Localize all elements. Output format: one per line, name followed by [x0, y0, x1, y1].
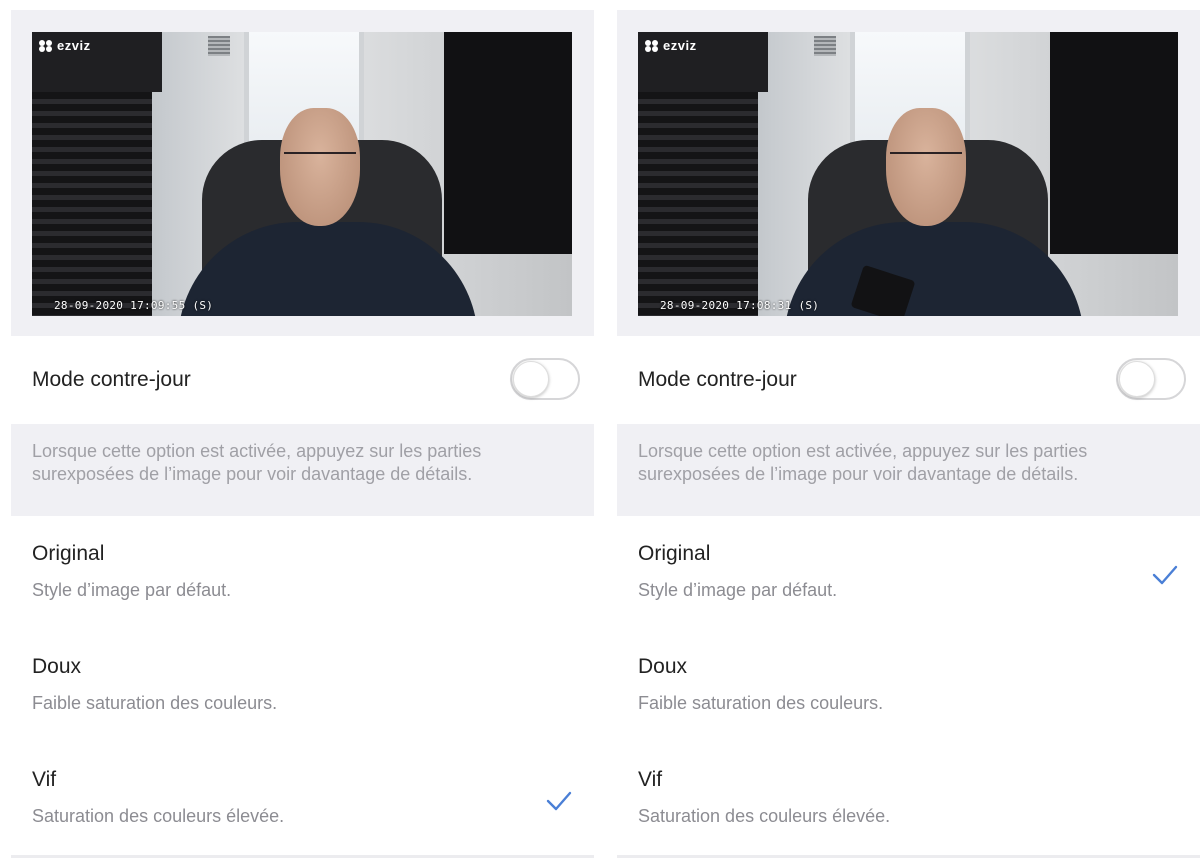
settings-panel-right: ezviz 28-09-2020 17:08:31 (S) Mode contr… — [617, 0, 1200, 858]
backlight-hint-text: Lorsque cette option est activée, appuye… — [11, 424, 594, 516]
camera-preview-area: ezviz 28-09-2020 17:08:31 (S) — [617, 10, 1200, 336]
image-style-option-original[interactable]: Original Style d’image par défaut. — [11, 518, 594, 630]
option-description: Style d’image par défaut. — [638, 580, 838, 600]
option-description: Faible saturation des couleurs. — [638, 693, 884, 713]
option-description: Saturation des couleurs élevée. — [638, 806, 891, 826]
backlight-mode-label: Mode contre-jour — [32, 368, 191, 391]
option-description: Saturation des couleurs élevée. — [32, 806, 285, 826]
backlight-mode-toggle[interactable] — [510, 358, 580, 400]
option-title: Doux — [638, 655, 688, 678]
camera-live-view[interactable]: ezviz 28-09-2020 17:08:31 (S) — [638, 32, 1178, 316]
option-title: Original — [638, 542, 711, 565]
image-style-option-doux[interactable]: Doux Faible saturation des couleurs. — [617, 631, 1200, 743]
backlight-mode-label: Mode contre-jour — [638, 368, 797, 391]
backlight-mode-toggle[interactable] — [1116, 358, 1186, 400]
camera-preview-area: ezviz 28-09-2020 17:09:55 (S) — [11, 10, 594, 336]
image-style-option-doux[interactable]: Doux Faible saturation des couleurs. — [11, 631, 594, 743]
camera-timestamp: 28-09-2020 17:09:55 (S) — [54, 299, 214, 312]
option-description: Style d’image par défaut. — [32, 580, 232, 600]
image-style-option-original[interactable]: Original Style d’image par défaut. — [617, 518, 1200, 630]
ezviz-logo: ezviz — [644, 38, 697, 53]
option-title: Vif — [32, 768, 57, 791]
camera-live-view[interactable]: ezviz 28-09-2020 17:09:55 (S) — [32, 32, 572, 316]
option-title: Original — [32, 542, 105, 565]
option-description: Faible saturation des couleurs. — [32, 693, 278, 713]
camera-timestamp: 28-09-2020 17:08:31 (S) — [660, 299, 820, 312]
option-title: Doux — [32, 655, 82, 678]
backlight-mode-row: Mode contre-jour — [11, 336, 594, 424]
settings-panel-left: ezviz 28-09-2020 17:09:55 (S) Mode contr… — [11, 0, 594, 858]
image-style-option-vif[interactable]: Vif Saturation des couleurs élevée. — [11, 744, 594, 856]
backlight-mode-row: Mode contre-jour — [617, 336, 1200, 424]
ezviz-logo: ezviz — [38, 38, 91, 53]
checkmark-icon — [1152, 565, 1178, 585]
option-title: Vif — [638, 768, 663, 791]
checkmark-icon — [546, 791, 572, 811]
image-style-option-vif[interactable]: Vif Saturation des couleurs élevée. — [617, 744, 1200, 856]
backlight-hint-text: Lorsque cette option est activée, appuye… — [617, 424, 1200, 516]
